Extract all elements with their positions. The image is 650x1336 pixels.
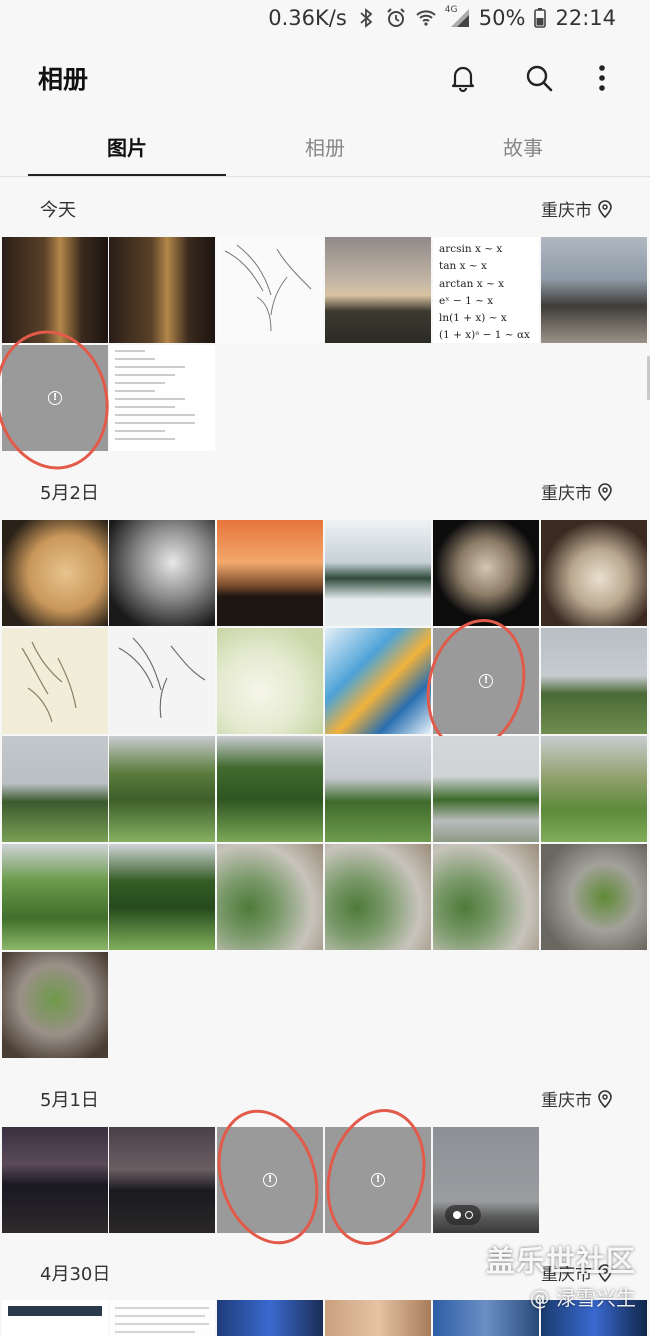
math-line: arcsin x ~ x [439,243,503,255]
photo-thumbnail[interactable] [109,844,215,950]
location-pin-icon [598,1089,612,1108]
photo-thumbnail[interactable] [109,520,215,626]
location-label: 重庆市 [541,1091,592,1111]
watermark-title: 盖乐世社区 [485,1244,636,1278]
video-thumbnail[interactable] [433,1127,539,1233]
photo-thumbnail[interactable] [109,1127,215,1233]
motion-ring-icon [465,1211,473,1219]
cellular-signal-icon: 4G [445,5,471,29]
bluetooth-icon [360,8,373,28]
app-bar: 相册 [0,40,650,120]
photo-thumbnail[interactable] [2,1300,108,1336]
math-line: ln(1 + x) ~ x [439,312,507,325]
photo-thumbnail[interactable] [325,520,431,626]
battery-icon [534,8,547,28]
photo-thumbnail[interactable] [217,237,323,343]
status-bar: 0.36K/s 4G 50% 22:14 [0,0,650,40]
photo-thumbnail[interactable] [325,844,431,950]
watermark-author: @ 渌雪兴生 [529,1286,636,1310]
photo-thumbnail[interactable] [109,1300,215,1336]
section-date: 5月1日 [40,1090,99,1111]
notifications-button[interactable] [441,56,485,100]
broken-photo-thumbnail[interactable]: ! [325,1127,431,1233]
section-location[interactable]: 重庆市 [541,196,612,221]
alarm-icon [387,8,405,27]
photo-thumbnail[interactable] [217,736,323,842]
section-header-may1: 5月1日 重庆市 [0,1082,650,1116]
section-header-may2: 5月2日 重庆市 [0,475,650,509]
photo-thumbnail[interactable]: arcsin x ~ x tan x ~ x arctan x ~ x eˣ −… [433,237,539,343]
photo-thumbnail[interactable] [2,952,108,1058]
bell-icon [451,66,475,93]
photo-thumbnail[interactable] [217,628,323,734]
watermark: 盖乐世社区 @ 渌雪兴生 [486,1238,636,1311]
tab-bar: 图片 相册 故事 [0,126,650,178]
photo-thumbnail[interactable] [325,736,431,842]
photo-thumbnail[interactable] [325,237,431,343]
error-icon: ! [263,1173,277,1187]
photo-thumbnail[interactable] [2,736,108,842]
photo-thumbnail[interactable] [433,520,539,626]
photo-thumbnail[interactable] [109,628,215,734]
photo-thumbnail[interactable] [541,844,647,950]
error-icon: ! [48,391,62,405]
tab-stories[interactable]: 故事 [413,132,633,161]
location-label: 重庆市 [541,201,592,221]
tab-divider [0,176,650,177]
photo-thumbnail[interactable] [433,844,539,950]
wifi-icon [416,10,436,26]
page-title: 相册 [38,65,89,94]
error-icon: ! [371,1173,385,1187]
photo-thumbnail[interactable] [433,736,539,842]
location-pin-icon [598,199,612,218]
photo-thumbnail[interactable] [325,1300,431,1336]
photo-thumbnail[interactable] [2,628,108,734]
math-line: (1 + x)ᵃ − 1 ~ αx [439,329,530,342]
search-button[interactable] [517,56,561,100]
broken-photo-thumbnail[interactable]: ! [2,345,108,451]
photo-thumbnail[interactable] [109,736,215,842]
photo-thumbnail[interactable] [2,1127,108,1233]
photo-thumbnail[interactable] [217,520,323,626]
photo-thumbnail[interactable] [325,628,431,734]
photo-thumbnail[interactable] [2,844,108,950]
photo-thumbnail[interactable] [541,628,647,734]
location-label: 重庆市 [541,484,592,504]
battery-percent: 50% [478,6,526,30]
location-pin-icon [598,482,612,501]
math-line: tan x ~ x [439,260,487,273]
motion-photo-badge [445,1205,481,1225]
section-date: 5月2日 [40,483,99,504]
photo-thumbnail[interactable] [109,237,215,343]
clock: 22:14 [555,6,616,30]
photo-thumbnail[interactable] [217,844,323,950]
more-options-button[interactable] [580,56,624,100]
broken-photo-thumbnail[interactable]: ! [433,628,539,734]
section-location[interactable]: 重庆市 [541,1086,612,1111]
photo-thumbnail[interactable] [541,520,647,626]
photo-thumbnail[interactable] [109,345,215,451]
photo-thumbnail[interactable] [541,736,647,842]
math-line: eˣ − 1 ~ x [439,294,494,307]
section-location[interactable]: 重庆市 [541,479,612,504]
math-line: arctan x ~ x [439,277,505,290]
section-date: 4月30日 [40,1264,111,1285]
broken-photo-thumbnail[interactable]: ! [217,1127,323,1233]
photo-thumbnail[interactable] [2,520,108,626]
tab-albums[interactable]: 相册 [215,132,435,161]
photo-thumbnail[interactable] [2,237,108,343]
search-icon [526,65,553,92]
tab-pictures[interactable]: 图片 [17,132,237,161]
photo-thumbnail[interactable] [541,237,647,343]
section-header-today: 今天 重庆市 [0,192,650,226]
section-date: 今天 [40,200,76,221]
photo-thumbnail[interactable] [217,1300,323,1336]
more-vertical-icon [599,65,605,91]
error-icon: ! [479,674,493,688]
net-speed: 0.36K/s [268,6,347,30]
motion-dot-icon [453,1211,461,1219]
